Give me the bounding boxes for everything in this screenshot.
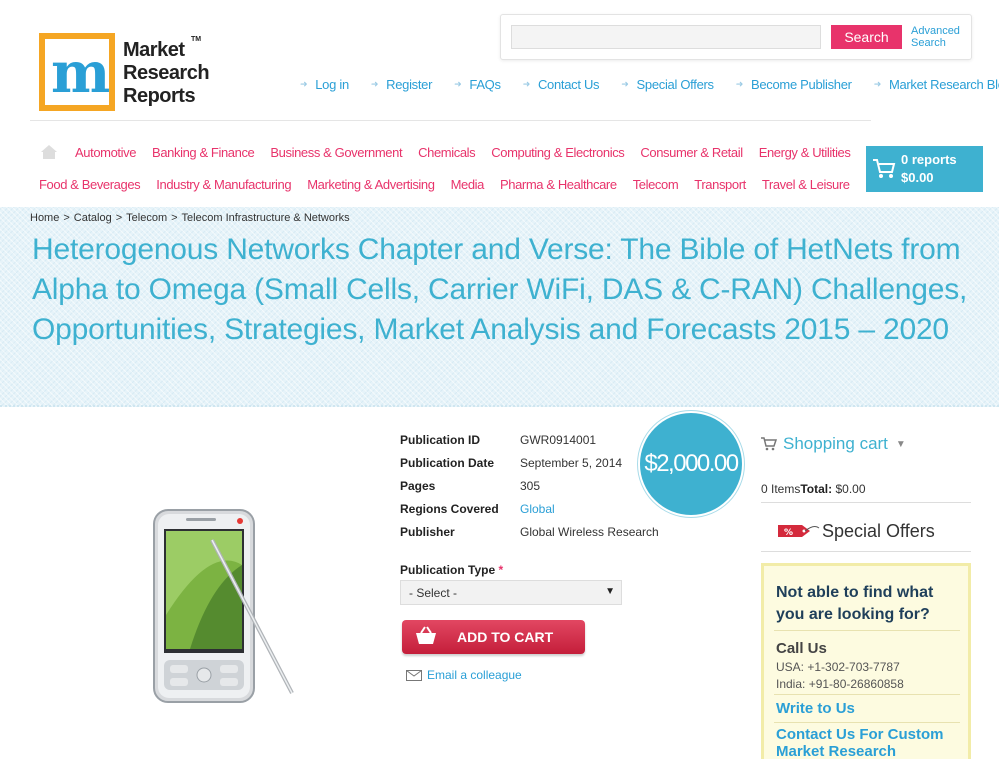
envelope-icon [406, 669, 422, 681]
breadcrumb-telecom[interactable]: Telecom [126, 212, 167, 224]
email-colleague-link[interactable]: Email a colleague [406, 668, 522, 682]
home-icon[interactable] [40, 144, 58, 160]
special-offers-link[interactable]: % Special Offers [776, 520, 935, 542]
arrow-right-icon: ➜ [454, 79, 462, 89]
nav-food-beverages[interactable]: Food & Beverages [39, 177, 141, 192]
breadcrumb-home[interactable]: Home [30, 212, 59, 224]
cart-summary: 0 ItemsTotal: $0.00 [761, 482, 866, 496]
cart-report-count: 0 reports [901, 152, 957, 167]
nav-pharma-healthcare[interactable]: Pharma & Healthcare [500, 177, 617, 192]
breadcrumb: Home > Catalog > Telecom > Telecom Infrastr… [30, 212, 350, 224]
arrow-right-icon: ➜ [735, 79, 744, 89]
region-link[interactable]: Global [520, 502, 555, 516]
required-marker: * [498, 563, 504, 577]
nav-transport[interactable]: Transport [694, 177, 746, 192]
nav-marketing-advertising[interactable]: Marketing & Advertising [307, 177, 435, 192]
arrow-right-icon: ➜ [300, 79, 308, 89]
nav-business-government[interactable]: Business & Government [270, 145, 402, 160]
advanced-search-link[interactable]: Advanced Search [911, 25, 971, 49]
top-links: ➜ Log in ➜ Register ➜ FAQs ➜ Contact Us ➜ Spe… [300, 77, 999, 92]
cart-icon [761, 437, 777, 451]
phone-india: India: +91-80-26860858 [776, 677, 904, 691]
phone-usa: USA: +1-302-703-7787 [776, 660, 900, 674]
price-badge: $2,000.00 [640, 413, 742, 515]
nav-consumer-retail[interactable]: Consumer & Retail [640, 145, 743, 160]
publication-type-select[interactable]: - Select - ▼ [400, 580, 622, 605]
shopping-cart-widget-title[interactable]: Shopping cart ▼ [761, 434, 906, 454]
toplink-special-offers[interactable]: ➜ Special Offers [621, 77, 714, 92]
nav-automotive[interactable]: Automotive [75, 145, 136, 160]
logo-mark-frame: m [39, 33, 115, 111]
basket-icon [416, 626, 436, 644]
site-logo[interactable]: m Market Research Reports TM [39, 33, 219, 113]
nav-banking-finance[interactable]: Banking & Finance [152, 145, 255, 160]
shopping-cart-icon [873, 159, 896, 178]
add-to-cart-button[interactable]: ADD TO CART [402, 620, 585, 654]
custom-research-link[interactable]: Contact Us For Custom Market Research [776, 726, 956, 759]
logo-mark: m [51, 40, 111, 106]
category-nav-row-2: Food & Beverages Industry & Manufacturin… [39, 177, 866, 192]
search-input[interactable] [511, 25, 821, 49]
header-divider [30, 120, 871, 121]
breadcrumb-current[interactable]: Telecom Infrastructure & Networks [182, 212, 350, 224]
arrow-right-icon: ➜ [621, 79, 629, 89]
search-panel: Search Advanced Search [500, 14, 972, 60]
write-to-us-link[interactable]: Write to Us [776, 700, 956, 717]
arrow-right-icon: ➜ [522, 79, 531, 89]
toplink-become-publisher[interactable]: ➜ Become Publisher [736, 77, 852, 92]
help-question: Not able to find what you are looking fo… [776, 584, 934, 623]
nav-chemicals[interactable]: Chemicals [418, 145, 475, 160]
toplink-faqs[interactable]: ➜ FAQs [454, 77, 501, 92]
dropdown-caret-icon: ▼ [605, 586, 615, 597]
category-nav-row-1: Automotive Banking & Finance Business & … [75, 145, 866, 160]
arrow-right-icon: ➜ [873, 79, 882, 89]
search-button[interactable]: Search [831, 25, 902, 49]
nav-telecom[interactable]: Telecom [633, 177, 679, 192]
chevron-down-icon: ▼ [895, 438, 906, 450]
trademark-mark: TM [191, 36, 202, 43]
nav-computing-electronics[interactable]: Computing & Electronics [491, 145, 625, 160]
logo-wordmark: Market Research Reports [123, 39, 210, 107]
nav-industry-manufacturing[interactable]: Industry & Manufacturing [156, 177, 291, 192]
help-box: Not able to find what you are looking fo… [761, 563, 971, 759]
publication-type-label: Publication Type * [400, 563, 504, 577]
toplink-register[interactable]: ➜ Register [370, 77, 433, 92]
nav-energy-utilities[interactable]: Energy & Utilities [759, 145, 851, 160]
svg-text:%: % [784, 528, 793, 538]
call-us-heading: Call Us [776, 640, 827, 657]
discount-tag-icon: % [778, 525, 820, 538]
page-title: Heterogenous Networks Chapter and Verse:… [32, 233, 968, 346]
arrow-right-icon: ➜ [370, 79, 379, 89]
cart-amount: $0.00 [901, 170, 934, 185]
nav-travel-leisure[interactable]: Travel & Leisure [762, 177, 850, 192]
breadcrumb-catalog[interactable]: Catalog [74, 212, 112, 224]
header-cart-button[interactable]: 0 reports $0.00 [866, 146, 983, 192]
toplink-blog[interactable]: ➜Market Research Blog [874, 77, 999, 92]
toplink-contact-us[interactable]: ➜ Contact Us [523, 77, 600, 92]
toplink-log-in[interactable]: ➜ Log in [300, 77, 349, 92]
product-phone-image [153, 509, 294, 703]
nav-media[interactable]: Media [451, 177, 485, 192]
